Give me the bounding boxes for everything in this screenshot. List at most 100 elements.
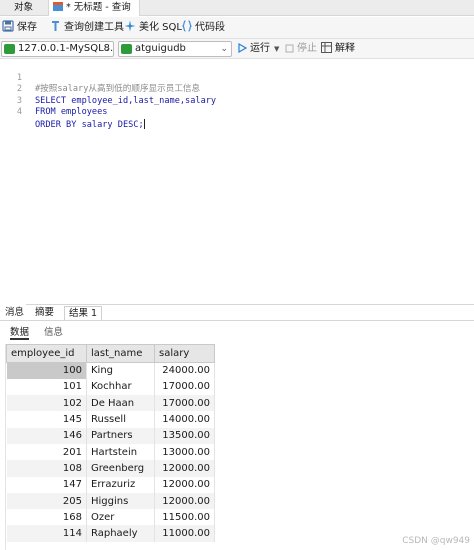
cell-salary[interactable]: 12000.00: [154, 476, 215, 493]
braces-icon: [181, 20, 193, 32]
wrench-icon: [52, 21, 59, 31]
table-row[interactable]: 114 Raphaely 11000.00: [6, 525, 215, 542]
cell-salary[interactable]: 12000.00: [154, 460, 215, 477]
subtab-data[interactable]: 数据: [10, 326, 30, 340]
run-dropdown-icon[interactable]: ▼: [274, 45, 279, 53]
result-subtabs: 数据 信息: [0, 320, 474, 344]
save-icon: [2, 20, 14, 32]
cell-salary[interactable]: 11000.00: [154, 525, 215, 542]
chevron-down-icon: ⌄: [220, 44, 228, 54]
table-row[interactable]: 168 Ozer 11500.00: [6, 509, 215, 526]
cell-employee-id[interactable]: 114: [6, 525, 87, 542]
document-tab-bar: 对象 * 无标题 - 查询: [0, 0, 474, 16]
table-row[interactable]: 146 Partners 13500.00: [6, 427, 215, 444]
cell-last-name[interactable]: Errazuriz: [86, 476, 155, 493]
code-line: 3 FROM employees: [0, 84, 474, 118]
run-button[interactable]: 运行 ▼: [238, 42, 279, 56]
table-row[interactable]: 100 King 24000.00: [6, 362, 215, 379]
connection-bar: 127.0.0.1-MySQL8.0 ⌄ atguigudb ⌄ 运行 ▼ 停止 …: [0, 39, 474, 59]
watermark: CSDN @qw949: [402, 536, 470, 546]
tab-query-label: * 无标题 - 查询: [66, 2, 131, 13]
tab-objects[interactable]: 对象: [8, 0, 39, 16]
subtab-info[interactable]: 信息: [44, 326, 63, 340]
mysql-connection-icon: [4, 44, 15, 54]
table-row[interactable]: 201 Hartstein 13000.00: [6, 443, 215, 461]
cell-last-name[interactable]: Kochhar: [86, 378, 155, 396]
sparkle-icon: [124, 20, 136, 32]
header-row: employee_id last_name salary: [6, 344, 215, 363]
code-text: FROM employees: [35, 107, 108, 117]
code-line: 4 ORDER BY salary DESC;: [0, 96, 474, 130]
table-row[interactable]: 147 Errazuriz 12000.00: [6, 476, 215, 493]
cell-employee-id[interactable]: 147: [6, 476, 87, 493]
cell-salary[interactable]: 17000.00: [154, 378, 215, 396]
explain-label: 解释: [335, 43, 355, 54]
text-cursor: [143, 118, 145, 129]
table-row[interactable]: 108 Greenberg 12000.00: [6, 460, 215, 477]
query-builder-label: 查询创建工具: [64, 22, 124, 33]
cell-employee-id[interactable]: 145: [6, 411, 87, 428]
explain-icon: [321, 42, 332, 53]
cell-last-name[interactable]: Greenberg: [86, 460, 155, 477]
table-row[interactable]: 101 Kochhar 17000.00: [6, 378, 215, 396]
code-line: 2 SELECT employee_id,last_name,salary: [0, 73, 474, 106]
tab-result-1[interactable]: 结果 1: [64, 306, 103, 320]
cell-last-name[interactable]: Raphaely: [86, 525, 155, 542]
code-last-line: ORDER BY salary DESC;: [35, 118, 145, 132]
column-header[interactable]: last_name: [86, 344, 155, 363]
run-label: 运行: [250, 43, 270, 54]
cell-last-name[interactable]: De Haan: [86, 395, 155, 412]
database-value: atguigudb: [135, 43, 186, 54]
database-icon: [121, 44, 132, 54]
save-label: 保存: [17, 22, 37, 33]
column-header[interactable]: salary: [154, 344, 215, 363]
cell-employee-id[interactable]: 100: [6, 362, 87, 379]
cell-salary[interactable]: 24000.00: [154, 362, 215, 379]
beautify-sql-button[interactable]: 美化 SQL: [124, 20, 182, 36]
cell-employee-id[interactable]: 201: [6, 443, 87, 461]
cell-employee-id[interactable]: 168: [6, 509, 87, 526]
cell-last-name[interactable]: Ozer: [86, 509, 155, 526]
query-builder-button[interactable]: 查询创建工具: [50, 20, 124, 36]
stop-button[interactable]: 停止: [285, 42, 317, 56]
cell-salary[interactable]: 14000.00: [154, 411, 215, 428]
save-button[interactable]: 保存: [2, 20, 37, 36]
sql-editor[interactable]: 1 #按照salary从高到低的顺序显示员工信息 2 SELECT employ…: [0, 59, 474, 305]
cell-employee-id[interactable]: 146: [6, 427, 87, 444]
table-row[interactable]: 102 De Haan 17000.00: [6, 395, 215, 412]
toolbar: 保存 查询创建工具 美化 SQL 代码段: [0, 17, 474, 39]
cell-employee-id[interactable]: 101: [6, 378, 87, 396]
stop-icon: [285, 44, 294, 53]
code-snippet-label: 代码段: [195, 22, 225, 33]
cell-employee-id[interactable]: 108: [6, 460, 87, 477]
tab-summary[interactable]: 摘要: [32, 306, 57, 320]
play-icon: [238, 42, 248, 54]
cell-last-name[interactable]: Hartstein: [86, 443, 155, 461]
table-row[interactable]: 145 Russell 14000.00: [6, 411, 215, 428]
column-header[interactable]: employee_id: [6, 344, 87, 363]
code-text: ORDER BY salary DESC;: [35, 119, 144, 130]
tab-messages[interactable]: 消息: [2, 306, 27, 320]
cell-last-name[interactable]: Partners: [86, 427, 155, 444]
beautify-sql-label: 美化 SQL: [139, 22, 182, 33]
cell-last-name[interactable]: King: [86, 362, 155, 379]
cell-salary[interactable]: 13000.00: [154, 443, 215, 461]
explain-button[interactable]: 解释: [321, 42, 355, 56]
cell-last-name[interactable]: Russell: [86, 411, 155, 428]
code-snippet-button[interactable]: 代码段: [181, 20, 225, 36]
database-select[interactable]: atguigudb ⌄: [118, 41, 232, 57]
cell-employee-id[interactable]: 205: [6, 492, 87, 510]
table-row[interactable]: 205 Higgins 12000.00: [6, 492, 215, 510]
cell-salary[interactable]: 12000.00: [154, 492, 215, 510]
cell-last-name[interactable]: Higgins: [86, 492, 155, 510]
connection-select[interactable]: 127.0.0.1-MySQL8.0 ⌄: [1, 41, 114, 57]
result-tabs: 消息 摘要 结果 1: [0, 305, 474, 320]
chevron-down-icon: ⌄: [102, 44, 110, 54]
query-icon: [53, 2, 63, 11]
cell-salary[interactable]: 13500.00: [154, 427, 215, 444]
cell-salary[interactable]: 17000.00: [154, 395, 215, 412]
cell-salary[interactable]: 11500.00: [154, 509, 215, 526]
cell-employee-id[interactable]: 102: [6, 395, 87, 412]
tab-query[interactable]: * 无标题 - 查询: [48, 0, 140, 16]
stop-label: 停止: [297, 43, 317, 54]
